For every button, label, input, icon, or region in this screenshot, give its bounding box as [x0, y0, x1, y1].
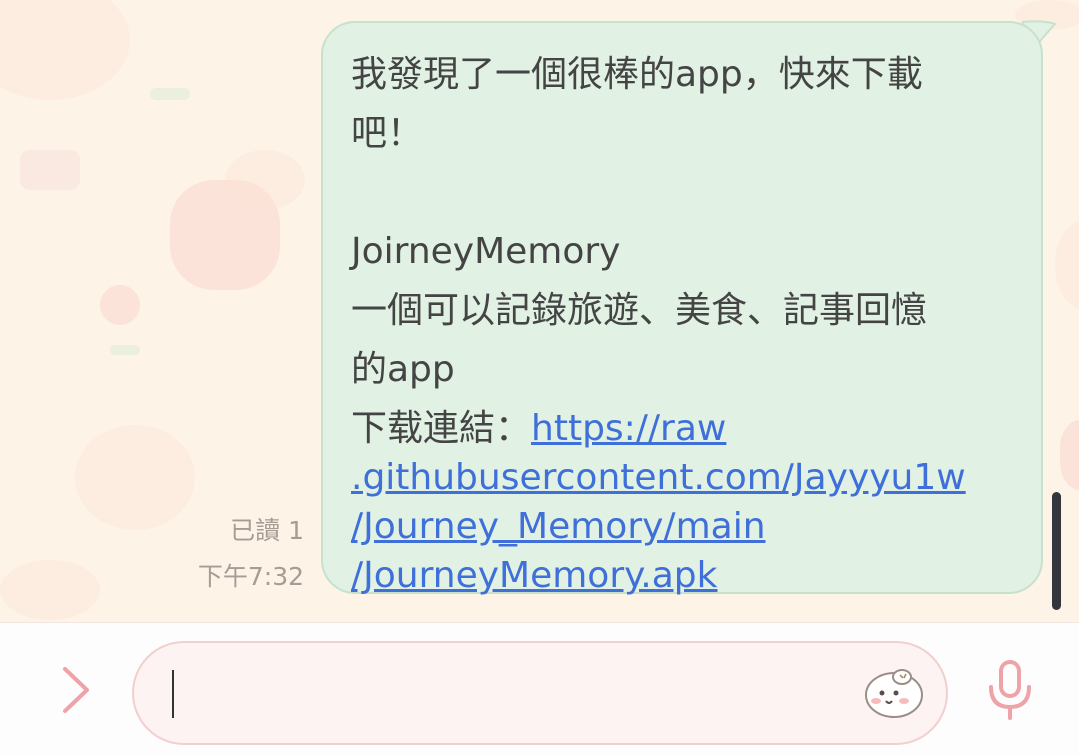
microphone-button[interactable]	[982, 658, 1038, 722]
message-line: 吧！	[351, 113, 424, 154]
sticker-button[interactable]	[862, 663, 926, 723]
read-receipt: 已讀 1	[230, 516, 304, 545]
expand-button[interactable]	[52, 662, 98, 718]
message-app-name: JoirneyMemory	[351, 231, 621, 272]
chat-area[interactable]: 我發現了一個很棒的app，快來下載 吧！ JoirneyMemory 一個可以記…	[0, 0, 1079, 622]
message-line: 我發現了一個很棒的app，快來下載	[351, 54, 923, 95]
download-link-block: 下载連結：https://raw .githubusercontent.com/…	[351, 404, 1015, 600]
message-bubble[interactable]: 我發現了一個很棒的app，快來下載 吧！ JoirneyMemory 一個可以記…	[321, 21, 1043, 596]
download-link[interactable]: /Journey_Memory/main	[351, 506, 766, 547]
download-link[interactable]: /JourneyMemory.apk	[351, 555, 718, 596]
download-link[interactable]: .githubusercontent.com/Jayyyu1w	[351, 457, 966, 498]
scrollbar[interactable]	[1052, 492, 1061, 610]
text-caret	[172, 670, 174, 718]
message-line: 一個可以記錄旅遊、美食、記事回憶	[351, 290, 928, 331]
chevron-right-icon	[63, 667, 89, 713]
microphone-icon	[989, 660, 1031, 720]
input-bar	[0, 622, 1079, 755]
message-meta: 已讀 1 下午7:32	[198, 508, 304, 600]
message-time: 下午7:32	[197, 562, 304, 591]
message-line: 的app	[351, 349, 455, 390]
sticker-icon	[865, 669, 923, 718]
download-link[interactable]: https://raw	[531, 408, 726, 449]
download-link-label: 下载連結：	[351, 408, 532, 449]
message-input[interactable]	[132, 641, 948, 745]
